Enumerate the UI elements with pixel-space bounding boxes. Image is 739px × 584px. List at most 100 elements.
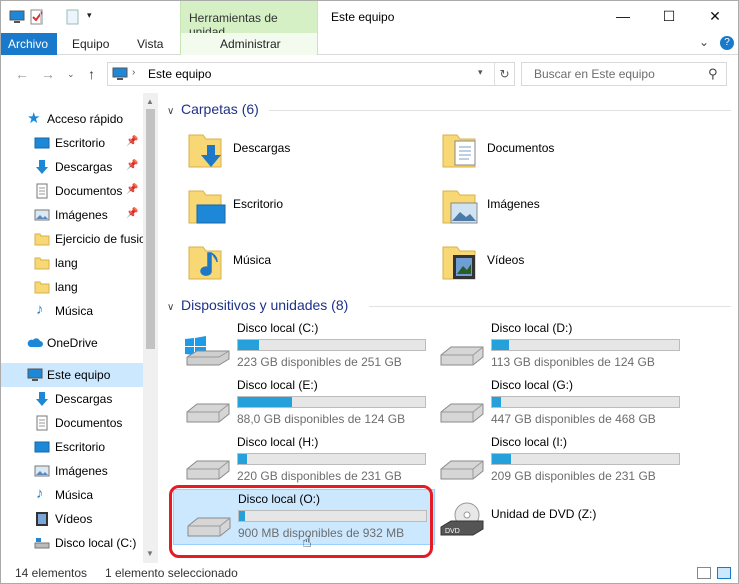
drive-icon [34, 538, 50, 549]
chevron-down-icon[interactable]: ▾ [478, 67, 483, 78]
folder-icon [34, 257, 50, 270]
drive-usage-bar [237, 453, 426, 465]
drive-e[interactable]: Disco local (E:) 88,0 GB disponibles de … [173, 376, 435, 432]
folder-escritorio[interactable]: Escritorio [159, 179, 399, 231]
help-icon[interactable]: ? [720, 36, 734, 50]
drive-c[interactable]: Disco local (C:) 223 GB disponibles de 2… [173, 319, 435, 375]
sidebar-item-documentos[interactable]: Documentos 📌 [1, 179, 144, 203]
maximize-button[interactable]: ☐ [646, 1, 692, 33]
pictures-icon [34, 209, 50, 221]
folder-icon [34, 281, 50, 294]
expand-ribbon-icon[interactable]: ⌄ [699, 35, 709, 49]
drive-free-space: 220 GB disponibles de 231 GB [237, 469, 402, 483]
item-count: 14 elementos [15, 566, 88, 580]
tab-equipo[interactable]: Equipo [63, 33, 118, 55]
sidebar-item-label: Escritorio [55, 440, 106, 454]
drive-h[interactable]: Disco local (H:) 220 GB disponibles de 2… [173, 433, 435, 489]
folder-videos[interactable]: Vídeos [413, 235, 653, 287]
properties-icon[interactable] [29, 9, 45, 25]
recent-locations-icon[interactable]: ⌄ [67, 69, 75, 80]
desktop-icon [34, 137, 50, 149]
search-input[interactable]: Buscar en Este equipo ⚲ [521, 62, 727, 86]
sidebar-item-imagenes[interactable]: Imágenes 📌 [1, 203, 144, 227]
sidebar-scroll-thumb[interactable] [146, 109, 155, 349]
sidebar-item-quick-access[interactable]: ★ Acceso rápido [1, 107, 144, 131]
sidebar-item-lang[interactable]: lang [1, 251, 144, 275]
group-header-folders[interactable]: ∨ Carpetas (6) [167, 101, 259, 117]
window-title: Este equipo [331, 10, 395, 24]
drive-free-space: 209 GB disponibles de 231 GB [491, 469, 656, 483]
search-icon[interactable]: ⚲ [708, 66, 718, 82]
address-bar[interactable]: › Este equipo ▾ ↻ [107, 62, 515, 86]
collapse-icon[interactable]: ∨ [167, 106, 181, 117]
drive-i[interactable]: Disco local (I:) 209 GB disponibles de 2… [427, 433, 689, 489]
sidebar-item-lang[interactable]: lang [1, 275, 144, 299]
sidebar-item-pc-escritorio[interactable]: Escritorio [1, 435, 144, 459]
desktop-folder-icon [188, 190, 226, 224]
sidebar-item-label: OneDrive [47, 336, 98, 350]
folder-documentos[interactable]: Documentos [413, 123, 653, 175]
address-path[interactable]: Este equipo [148, 67, 211, 81]
sidebar-item-pc-disco-c[interactable]: Disco local (C:) [1, 531, 144, 555]
contextual-tab-header: Herramientas de unidad [180, 1, 318, 39]
computer-icon[interactable] [9, 9, 25, 25]
back-arrow-icon[interactable]: ← [15, 66, 29, 82]
drive-d[interactable]: Disco local (D:) 113 GB disponibles de 1… [427, 319, 689, 375]
sidebar-item-pc-imagenes[interactable]: Imágenes [1, 459, 144, 483]
up-arrow-icon[interactable]: ↑ [88, 66, 95, 82]
downloads-folder-icon [188, 134, 222, 168]
sidebar-item-escritorio[interactable]: Escritorio 📌 [1, 131, 144, 155]
sidebar-item-pc-musica[interactable]: ♪ Música [1, 483, 144, 507]
drive-usage-fill [492, 340, 509, 350]
sidebar-item-descargas[interactable]: Descargas 📌 [1, 155, 144, 179]
star-icon: ★ [27, 110, 41, 127]
tab-archivo[interactable]: Archivo [1, 33, 57, 55]
folder-descargas[interactable]: Descargas [159, 123, 399, 175]
sidebar-item-pc-descargas[interactable]: Descargas [1, 387, 144, 411]
drive-name: Disco local (H:) [237, 435, 319, 449]
scroll-up-icon[interactable]: ▲ [146, 97, 154, 106]
large-icons-view-icon[interactable] [717, 567, 731, 579]
navigation-bar: ← → ⌄ ↑ › Este equipo ▾ ↻ Buscar en Este… [1, 56, 738, 92]
folder-musica[interactable]: Música [159, 235, 399, 287]
sidebar-item-label: Este equipo [47, 368, 111, 382]
tab-administrar[interactable]: Administrar [211, 33, 290, 55]
sidebar-item-pc-documentos[interactable]: Documentos [1, 411, 144, 435]
refresh-icon[interactable]: ↻ [494, 63, 514, 85]
details-view-icon[interactable] [697, 567, 711, 579]
sidebar-item-este-equipo[interactable]: Este equipo [1, 363, 144, 387]
new-folder-icon[interactable] [65, 9, 81, 25]
drive-usage-bar [491, 339, 680, 351]
scroll-down-icon[interactable]: ▼ [146, 549, 154, 558]
forward-arrow-icon[interactable]: → [41, 66, 55, 82]
sidebar-item-pc-videos[interactable]: Vídeos [1, 507, 144, 531]
customize-toolbar-icon[interactable]: ▾ [87, 10, 92, 21]
videos-folder-icon [442, 246, 476, 280]
sidebar-item-label: Documentos [55, 416, 123, 430]
computer-icon [112, 67, 128, 80]
minimize-button[interactable]: — [600, 1, 646, 33]
drive-g[interactable]: Disco local (G:) 447 GB disponibles de 4… [427, 376, 689, 432]
selection-count: 1 elemento seleccionado [105, 566, 238, 580]
pin-icon[interactable]: 📌 [126, 208, 138, 219]
pin-icon[interactable]: 📌 [126, 136, 138, 147]
sidebar-item-ejercicio[interactable]: Ejercicio de fusio [1, 227, 146, 251]
download-icon [36, 392, 48, 406]
documents-folder-icon [442, 134, 476, 168]
chevron-right-icon[interactable]: › [132, 67, 135, 78]
group-header-devices[interactable]: ∨ Dispositivos y unidades (8) [167, 297, 348, 313]
sidebar-item-musica[interactable]: ♪ Música [1, 299, 144, 323]
pin-icon[interactable]: 📌 [126, 160, 138, 171]
sidebar-item-label: Disco local (C:) [55, 536, 137, 550]
drive-z[interactable]: DVD Unidad de DVD (Z:) [427, 489, 689, 545]
close-button[interactable]: ✕ [692, 1, 738, 33]
folder-imagenes[interactable]: Imágenes [413, 179, 653, 231]
video-icon [36, 512, 48, 526]
sidebar-item-onedrive[interactable]: OneDrive [1, 331, 144, 355]
tab-vista[interactable]: Vista [128, 33, 172, 55]
ribbon-tabs: Archivo Equipo Vista Administrar ⌄ ? [1, 33, 738, 55]
pin-icon[interactable]: 📌 [126, 184, 138, 195]
drive-icon [440, 403, 484, 423]
collapse-icon[interactable]: ∨ [167, 302, 181, 313]
divider [369, 306, 731, 307]
